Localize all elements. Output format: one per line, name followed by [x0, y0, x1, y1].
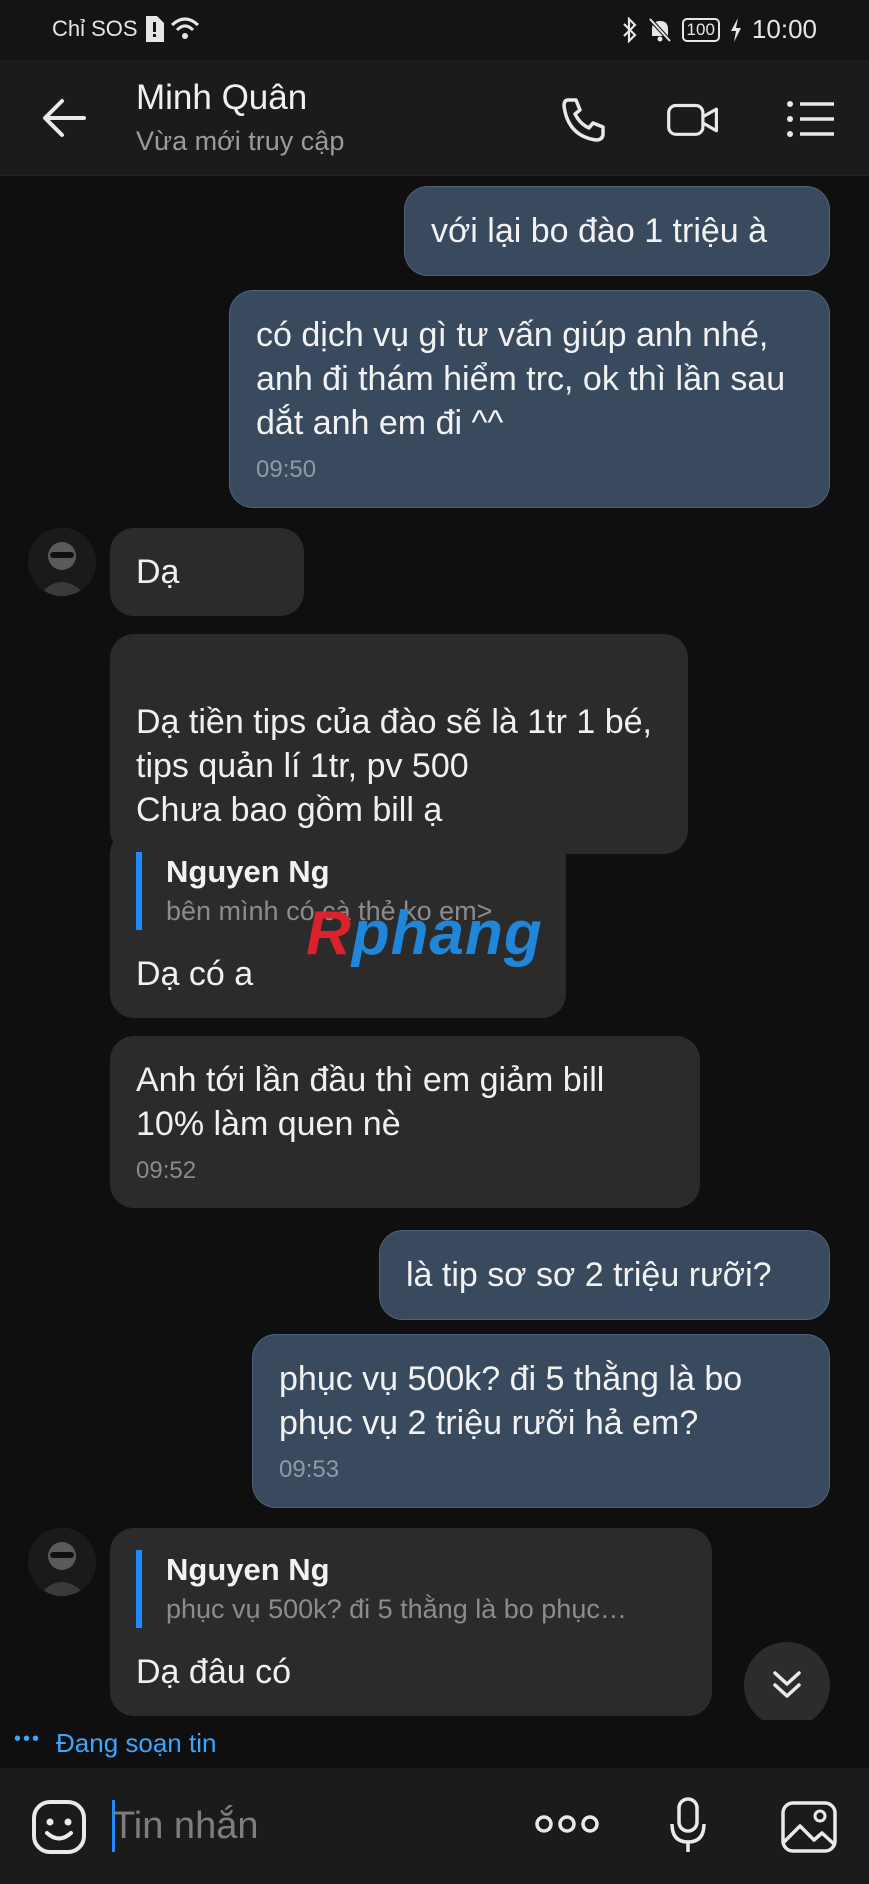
quote-text: phục vụ 500k? đi 5 thằng là bo phục… [166, 1594, 627, 1624]
image-icon[interactable] [780, 1800, 838, 1854]
quote-author: Nguyen Ng [166, 1552, 330, 1587]
message-bubble-incoming[interactable]: Anh tới lần đầu thì em giảm bill 10% làm… [110, 1036, 700, 1208]
wifi-icon [170, 17, 199, 39]
reply-quote[interactable]: Nguyen Ng phục vụ 500k? đi 5 thằng là bo… [136, 1550, 686, 1628]
message-text: Anh tới lần đầu thì em giảm bill 10% làm… [136, 1061, 605, 1143]
watermark-logo: Rphang [306, 899, 543, 968]
back-arrow-icon[interactable] [40, 96, 88, 140]
message-text: Dạ tiền tips của đào sẽ là 1tr 1 bé, tip… [136, 703, 652, 829]
quote-author: Nguyen Ng [166, 854, 330, 889]
message-text: là tip sơ sơ 2 triệu rưỡi? [406, 1256, 772, 1294]
message-bubble-incoming[interactable]: Nguyen Ng phục vụ 500k? đi 5 thằng là bo… [110, 1528, 712, 1716]
sim-alert-icon [145, 16, 164, 42]
message-text: với lại bo đào 1 triệu à [431, 212, 768, 250]
message-composer [0, 1768, 869, 1884]
message-text: có dịch vụ gì tư vấn giúp anh nhé, anh đ… [256, 316, 786, 442]
scroll-down-icon [773, 1671, 801, 1698]
more-icon[interactable] [534, 1812, 600, 1836]
contact-status: Vừa mới truy cập [136, 126, 345, 156]
message-bubble-outgoing[interactable]: có dịch vụ gì tư vấn giúp anh nhé, anh đ… [229, 290, 830, 508]
sticker-icon[interactable] [30, 1798, 88, 1856]
contact-name[interactable]: Minh Quân [136, 78, 307, 118]
message-bubble-outgoing[interactable]: phục vụ 500k? đi 5 thằng là bo phục vụ 2… [252, 1334, 830, 1508]
person-avatar-icon [28, 528, 96, 596]
status-right: 100 10:00 [622, 14, 817, 45]
typing-indicator: ••• Đang soạn tin [0, 1720, 869, 1766]
video-call-icon[interactable] [666, 94, 720, 144]
message-list[interactable]: với lại bo đào 1 triệu à có dịch vụ gì t… [0, 176, 869, 1766]
message-bubble-outgoing[interactable]: là tip sơ sơ 2 triệu rưỡi? [379, 1230, 830, 1320]
avatar[interactable] [28, 1528, 96, 1596]
message-text: Dạ có a [136, 955, 254, 993]
message-bubble-outgoing[interactable]: với lại bo đào 1 triệu à [404, 186, 830, 276]
phone-icon[interactable] [556, 94, 610, 144]
message-input[interactable] [112, 1796, 512, 1856]
message-time: 09:50 [256, 456, 317, 483]
message-text: Dạ [136, 553, 180, 591]
microphone-icon[interactable] [668, 1796, 708, 1856]
mute-bell-icon [648, 17, 672, 42]
status-left: Chỉ SOS [52, 16, 200, 42]
message-time: 09:53 [279, 1456, 340, 1483]
bluetooth-icon [622, 16, 637, 43]
message-text: Dạ đâu có [136, 1653, 291, 1691]
status-bar: Chỉ SOS 100 10:00 [0, 0, 869, 60]
message-text: phục vụ 500k? đi 5 thằng là bo phục vụ 2… [279, 1360, 743, 1442]
message-bubble-incoming[interactable]: Dạ [110, 528, 304, 616]
message-time: 09:52 [136, 1157, 197, 1184]
scroll-down-button[interactable] [744, 1642, 830, 1728]
person-avatar-icon [28, 1528, 96, 1596]
menu-list-icon[interactable] [784, 94, 838, 144]
typing-dots-icon: ••• [14, 1728, 42, 1750]
typing-text: Đang soạn tin [56, 1728, 217, 1758]
carrier-text: Chỉ SOS [52, 16, 138, 41]
charging-icon [730, 17, 741, 42]
chat-header: Minh Quân Vừa mới truy cập [0, 60, 869, 176]
avatar[interactable] [28, 528, 96, 596]
battery-level: 100 [681, 17, 720, 42]
message-bubble-incoming[interactable]: Dạ tiền tips của đào sẽ là 1tr 1 bé, tip… [110, 634, 688, 854]
clock: 10:00 [751, 14, 817, 44]
